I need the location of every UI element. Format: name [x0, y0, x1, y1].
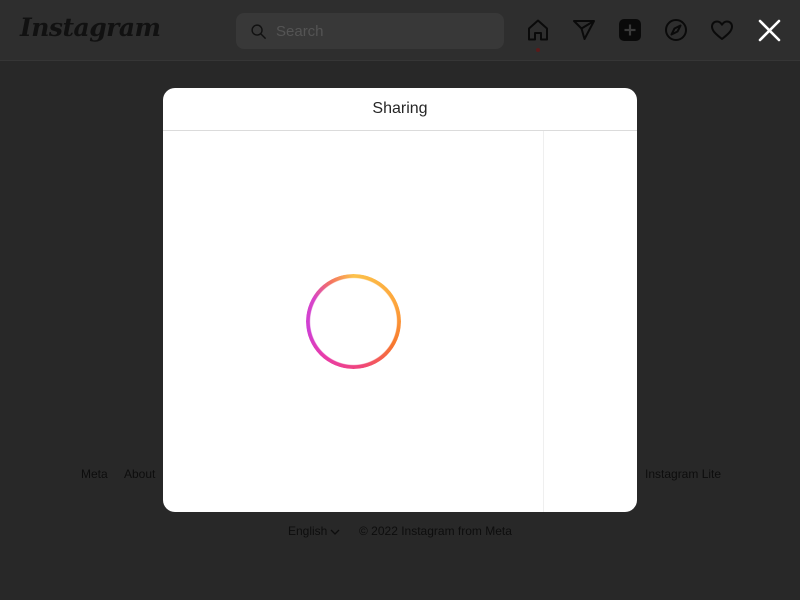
sharing-dialog: Sharing	[163, 88, 637, 512]
dialog-body	[163, 131, 637, 512]
home-icon[interactable]	[526, 18, 550, 42]
copyright-text: © 2022 Instagram from Meta	[359, 524, 512, 538]
footer-link-instagram-lite[interactable]: Instagram Lite	[645, 467, 721, 481]
chevron-down-icon	[330, 529, 340, 535]
dialog-header: Sharing	[163, 88, 637, 131]
footer-link-meta[interactable]: Meta	[81, 467, 108, 481]
footer-bottom: English © 2022 Instagram from Meta	[0, 524, 800, 540]
close-icon[interactable]	[757, 18, 782, 43]
search-icon	[251, 24, 267, 40]
activity-heart-icon[interactable]	[710, 18, 734, 42]
spinner-ring-icon	[306, 274, 401, 369]
explore-compass-icon[interactable]	[664, 18, 688, 42]
instagram-logo[interactable]: Instagram	[20, 13, 161, 42]
new-post-icon[interactable]	[618, 18, 642, 42]
details-side-pane	[545, 131, 637, 512]
search-box[interactable]	[236, 13, 504, 49]
active-indicator-dot	[536, 48, 540, 52]
footer-link-about[interactable]: About	[124, 467, 155, 481]
top-navigation-bar: Instagram	[0, 0, 800, 61]
direct-send-icon[interactable]	[572, 18, 596, 42]
search-input[interactable]	[276, 13, 496, 49]
language-select[interactable]: English	[288, 524, 327, 538]
media-preview-pane	[163, 131, 544, 512]
dialog-title: Sharing	[372, 100, 428, 117]
loading-spinner	[306, 274, 401, 369]
